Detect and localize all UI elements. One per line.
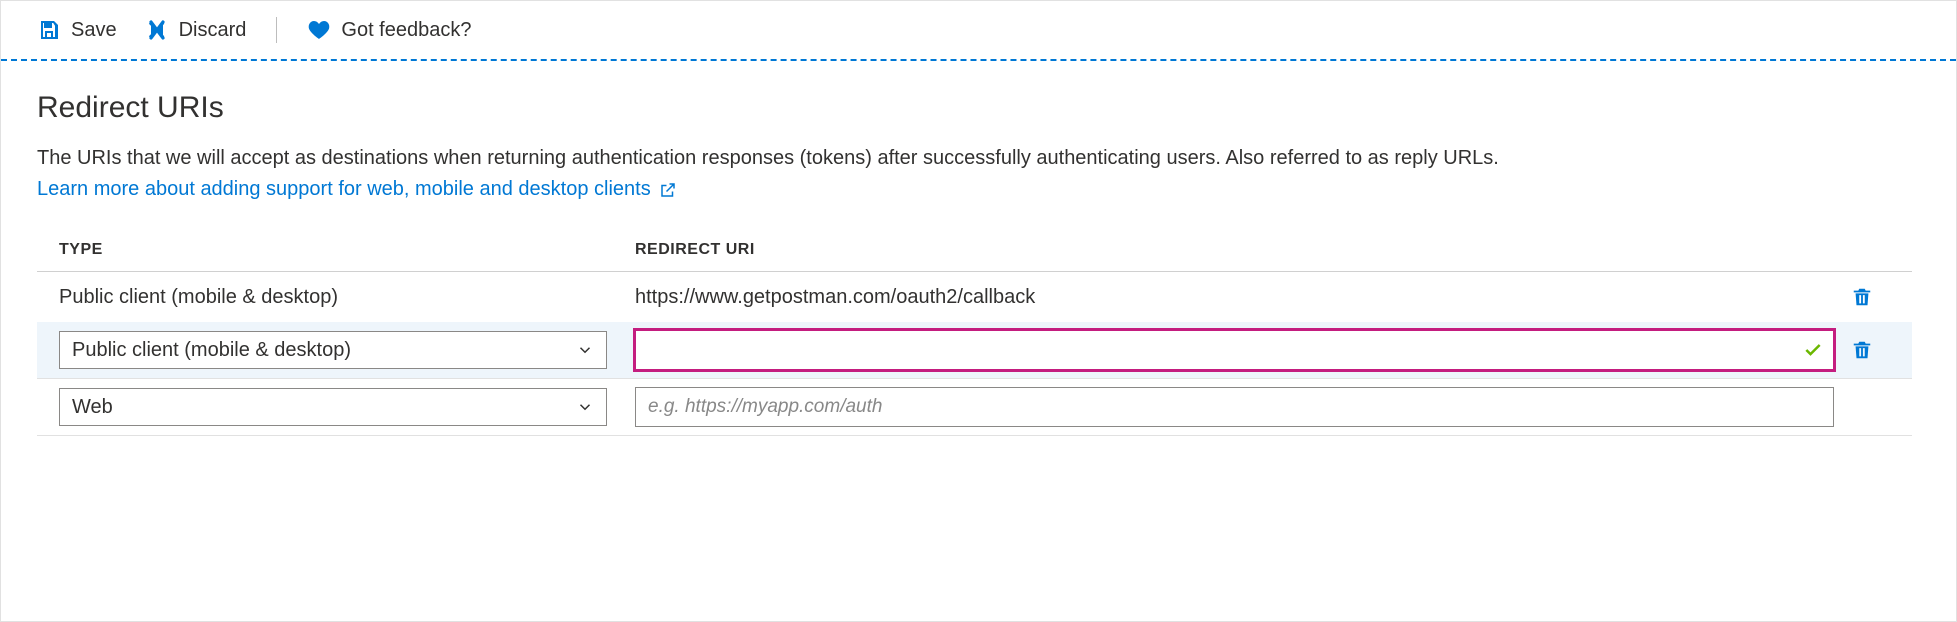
type-select[interactable]: Public client (mobile & desktop) [59,331,607,369]
check-icon [1803,340,1823,360]
discard-label: Discard [179,19,247,42]
table-row: Public client (mobile & desktop) [37,322,1912,379]
type-select[interactable]: Web [59,388,607,426]
col-header-type: TYPE [59,241,635,259]
command-bar: Save Discard Got feedback? [1,1,1956,59]
table-row: Public client (mobile & desktop) https:/… [37,272,1912,322]
redirect-uri-table: TYPE REDIRECT URI Public client (mobile … [37,241,1912,436]
learn-more-link[interactable]: Learn more about adding support for web,… [37,178,677,201]
save-button[interactable]: Save [37,18,117,42]
content: Redirect URIs The URIs that we will acce… [1,61,1956,436]
section-description: The URIs that we will accept as destinat… [37,145,1920,172]
table-header-row: TYPE REDIRECT URI [37,241,1912,272]
col-header-uri: REDIRECT URI [635,241,1834,259]
cmdbar-divider [276,17,277,43]
delete-button[interactable] [1851,286,1873,308]
save-label: Save [71,19,117,42]
uri-input-wrapper [635,387,1834,427]
external-link-icon [659,181,677,199]
type-select-value: Web [72,396,113,419]
feedback-button[interactable]: Got feedback? [307,18,471,42]
uri-input-wrapper [635,330,1834,370]
delete-button[interactable] [1851,339,1873,361]
uri-input[interactable] [646,387,1823,427]
chevron-down-icon [576,341,594,359]
table-row: Web [37,379,1912,436]
close-icon [145,18,169,42]
save-icon [37,18,61,42]
feedback-label: Got feedback? [341,19,471,42]
uri-cell: https://www.getpostman.com/oauth2/callba… [635,286,1834,309]
section-title: Redirect URIs [37,91,1920,125]
discard-button[interactable]: Discard [145,18,247,42]
type-select-value: Public client (mobile & desktop) [72,339,351,362]
type-cell: Public client (mobile & desktop) [59,286,635,309]
learn-more-text: Learn more about adding support for web,… [37,178,651,201]
page-root: Save Discard Got feedback? Redirect URIs… [0,0,1957,622]
heart-icon [307,18,331,42]
uri-input[interactable] [646,330,1795,370]
chevron-down-icon [576,398,594,416]
